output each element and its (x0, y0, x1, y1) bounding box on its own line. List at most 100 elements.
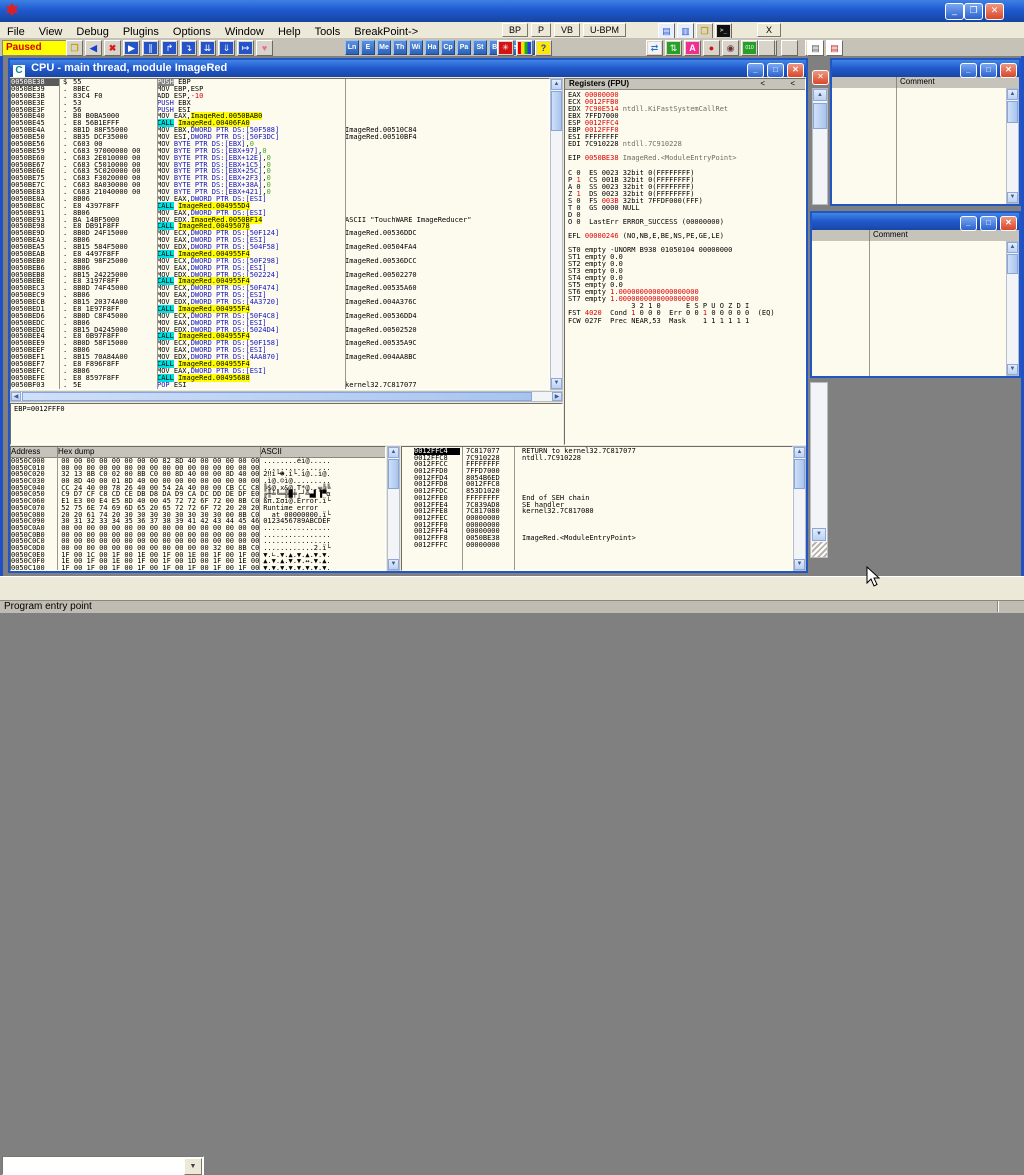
scroll-thumb[interactable] (813, 103, 827, 129)
column-divider[interactable] (514, 447, 515, 570)
scroll-up-button[interactable]: ▲ (1007, 242, 1018, 253)
comment2-minimize-button[interactable]: _ (960, 216, 977, 231)
disasm-vscrollbar[interactable]: ▲ ▼ (550, 78, 563, 390)
hidden-window-close-button[interactable]: ✕ (812, 70, 829, 85)
toolbar-button-me[interactable]: Me (377, 40, 391, 55)
plugin-button-p[interactable]: P (531, 23, 551, 37)
disasm-row[interactable]: 0050BE8C.E8 4397F8FFCALL ImageRed.004955… (11, 203, 549, 210)
animate-into-icon[interactable]: ⇊ (199, 40, 216, 56)
minimize-button[interactable]: _ (945, 3, 964, 20)
column-divider[interactable] (345, 79, 346, 389)
cpu-maximize-button[interactable]: □ (767, 63, 784, 78)
disasm-row[interactable]: 0050BEE9.8B0D 58F15000MOV ECX,DWORD PTR … (11, 340, 549, 347)
hex-dump-pane[interactable]: Address Hex dump ASCII 0050C000 00 00 00… (10, 446, 386, 571)
register-line[interactable]: O 0 LastErr ERROR_SUCCESS (00000000) (565, 219, 805, 226)
column-divider[interactable] (259, 457, 260, 570)
disasm-row[interactable]: 0050BE83.C683 21040000 00MOV BYTE PTR DS… (11, 189, 549, 196)
scroll-up-button[interactable]: ▲ (551, 79, 562, 90)
go-back-icon[interactable]: ◀ (85, 40, 102, 56)
app-titlebar[interactable]: ✱ _ ❐ ✕ (0, 0, 1024, 22)
stack-row[interactable]: 0012FFE0FFFFFFFFEnd of SEH chain (402, 495, 792, 502)
stack-vscrollbar[interactable]: ▲ ▼ (793, 446, 806, 571)
scroll-thumb[interactable] (794, 459, 805, 489)
empty-button[interactable] (758, 40, 775, 56)
log-page-icon[interactable]: ▤ (807, 40, 824, 56)
stack-row[interactable]: 0012FFC47C817077RETURN to kernel32.7C817… (402, 448, 792, 455)
scroll-up-button[interactable]: ▲ (813, 89, 827, 101)
help-icon[interactable]: ? (535, 40, 552, 56)
toolbar-button-wi[interactable]: Wi (409, 40, 423, 55)
comment-window-2-titlebar[interactable]: _ □ ✕ (812, 213, 1019, 230)
ascii-icon[interactable]: A (684, 40, 701, 56)
register-line[interactable]: EFL 00000246 (NO,NB,E,BE,NS,PE,GE,LE) (565, 233, 805, 240)
disasm-row[interactable]: 0050BEC3.8B0D 74F45000MOV ECX,DWORD PTR … (11, 285, 549, 292)
hidden-window-scrollbar[interactable]: ▲ (812, 88, 828, 205)
stack-row[interactable]: 0012FFCCFFFFFFFF (402, 461, 792, 468)
comment2-close-button[interactable]: ✕ (1000, 216, 1017, 231)
updown-icon[interactable]: ⇅ (665, 40, 682, 56)
stack-pane[interactable]: 0012FFC47C817077RETURN to kernel32.7C817… (401, 446, 793, 571)
animate-over-icon[interactable]: ⇓ (218, 40, 235, 56)
book-icon[interactable]: ▥ (677, 23, 694, 39)
register-line[interactable]: EDI 7C910228 ntdll.7C910228 (565, 141, 805, 148)
scroll-thumb[interactable] (22, 392, 532, 401)
breakpoint-icon[interactable]: ● (703, 40, 720, 56)
register-line[interactable]: FCW 027F Prec NEAR,53 Mask 1 1 1 1 1 1 (565, 318, 805, 325)
scroll-up-button[interactable]: ▲ (388, 447, 399, 458)
toolbar-button-pa[interactable]: Pa (457, 40, 471, 55)
column-divider[interactable] (157, 79, 158, 389)
plugin-button-vb[interactable]: VB (554, 23, 580, 37)
close-button[interactable]: ✕ (985, 3, 1004, 20)
scroll-thumb[interactable] (551, 91, 562, 131)
register-line[interactable]: EIP 0050BE38 ImageRed.<ModuleEntryPoint> (565, 155, 805, 162)
plugin-button-ubpm[interactable]: U-BPM (583, 23, 626, 37)
scroll-right-button[interactable]: ▶ (552, 392, 562, 401)
comment1-close-button[interactable]: ✕ (1000, 63, 1017, 78)
open-file-icon[interactable]: ❐ (66, 40, 83, 56)
scroll-up-button[interactable]: ▲ (794, 447, 805, 458)
scroll-thumb[interactable] (1007, 101, 1018, 123)
stack-row[interactable]: 0012FFD48054B6ED (402, 475, 792, 482)
comment2-col-blank[interactable] (812, 230, 870, 241)
cpu-minimize-button[interactable]: _ (747, 63, 764, 78)
comment1-minimize-button[interactable]: _ (960, 63, 977, 78)
toolbar-button-cp[interactable]: Cp (441, 40, 455, 55)
hidden-window-scrollbar-2[interactable]: ▼ (810, 382, 828, 558)
disasm-row[interactable]: 0050BED6.8B0D C8F45000MOV ECX,DWORD PTR … (11, 313, 549, 320)
column-divider[interactable] (57, 457, 58, 570)
dump-vscrollbar[interactable]: ▲ ▼ (387, 446, 400, 571)
toolbar-button-th[interactable]: Th (393, 40, 407, 55)
stack-row[interactable]: 0012FFFC00000000 (402, 542, 792, 549)
plugin-close-button[interactable]: X (757, 23, 781, 37)
execute-till-return-icon[interactable]: ↦ (237, 40, 254, 56)
step-into-icon[interactable]: ↱ (161, 40, 178, 56)
toolbar-button-ln[interactable]: Ln (345, 40, 359, 55)
empty-button[interactable] (781, 40, 798, 56)
step-over-icon[interactable]: ↴ (180, 40, 197, 56)
console-icon[interactable]: >_ (715, 23, 732, 39)
disasm-row[interactable]: 0050BEFE.E8 8597F8FFCALL ImageRed.004956… (11, 375, 549, 382)
disasm-row[interactable]: 0050BE3B.83C4 F0ADD ESP,-10 (11, 93, 549, 100)
folder-icon[interactable]: ❐ (696, 23, 713, 39)
dump-header-hex[interactable]: Hex dump (58, 447, 261, 457)
disasm-row[interactable]: 0050BE9D.8B0D 24F15000MOV ECX,DWORD PTR … (11, 230, 549, 237)
run-icon[interactable]: ▶ (123, 40, 140, 56)
column-divider[interactable] (896, 88, 897, 204)
stack-row[interactable]: 0012FFDC853D1020 (402, 488, 792, 495)
resize-grip[interactable] (812, 542, 827, 557)
options-icon[interactable]: ✳ (497, 40, 514, 56)
stack-row[interactable]: 0012FFC87C910228ntdll.7C910228 (402, 455, 792, 462)
restore-button[interactable]: ❐ (964, 3, 983, 20)
scroll-down-button[interactable]: ▼ (551, 378, 562, 389)
disassembly-pane[interactable]: 0050BE38$55PUSH EBP0050BE39.8BECMOV EBP,… (10, 78, 550, 390)
scroll-thumb[interactable] (1007, 254, 1018, 274)
disasm-row[interactable]: 0050BEF7.E8 F896F8FFCALL ImageRed.004955… (11, 361, 549, 368)
info-pane[interactable]: EBP=0012FFF0 (10, 403, 563, 445)
comment-window-1-titlebar[interactable]: _ □ ✕ (832, 60, 1019, 77)
scroll-down-button[interactable]: ▼ (1007, 192, 1018, 203)
trace-icon[interactable]: ♥ (256, 40, 273, 56)
stack-row[interactable]: 0012FFE87C817080kernel32.7C817080 (402, 508, 792, 515)
column-divider[interactable] (462, 447, 463, 570)
cpu-close-button[interactable]: ✕ (787, 63, 804, 78)
comment2-vscrollbar[interactable]: ▲ ▼ (1006, 241, 1019, 376)
